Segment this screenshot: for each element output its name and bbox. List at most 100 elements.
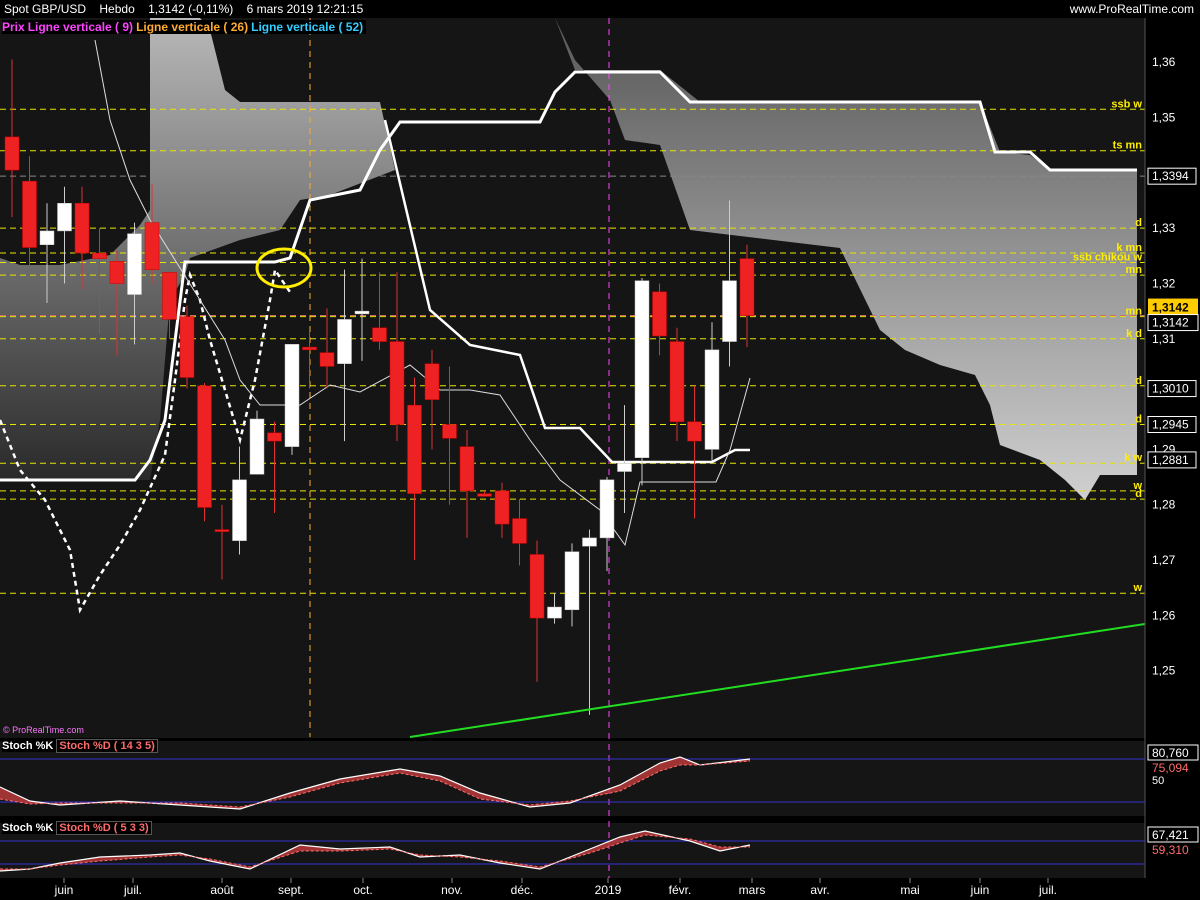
- candle-body: [232, 479, 247, 541]
- x-tick-label: nov.: [441, 883, 463, 897]
- stoch-k-value: 67,421: [1152, 828, 1189, 842]
- stoch-d-value: 75,094: [1152, 761, 1189, 775]
- candle-body: [459, 446, 475, 492]
- level-tag: d: [1135, 488, 1142, 500]
- candle-body: [109, 261, 125, 284]
- candle-body: [722, 280, 737, 342]
- x-tick-label: mars: [739, 883, 766, 897]
- level-tag: ts mn: [1113, 140, 1143, 152]
- candle-body: [74, 203, 90, 254]
- y-tick-label: 1,25: [1152, 664, 1176, 678]
- candle-body: [564, 551, 580, 611]
- candle-body: [687, 421, 702, 442]
- x-tick-label: juin: [970, 883, 990, 897]
- candle-body: [494, 490, 510, 525]
- price-marker: 1,3142: [1152, 301, 1189, 315]
- legend-item[interactable]: Ligne verticale ( 52): [251, 20, 363, 34]
- candle-body: [617, 462, 632, 472]
- candle-body: [634, 280, 650, 458]
- x-tick-label: févr.: [669, 883, 692, 897]
- level-tag: k w: [1124, 452, 1142, 464]
- site-link[interactable]: www.ProRealTime.com: [1070, 2, 1194, 16]
- y-tick-label: 1,32: [1152, 276, 1176, 290]
- candle-body: [704, 349, 720, 450]
- last-price: 1,3142: [1152, 316, 1189, 330]
- y-tick-label: 1,33: [1152, 221, 1176, 235]
- right-value: 1,2945: [1152, 418, 1189, 432]
- right-value: 1,3010: [1152, 382, 1189, 396]
- y-tick-label: 1,28: [1152, 498, 1176, 512]
- candle-body: [197, 385, 212, 508]
- candle-body: [4, 136, 20, 171]
- candle-body: [144, 222, 160, 270]
- candle-body: [267, 432, 282, 442]
- x-tick-label: oct.: [353, 883, 372, 897]
- y-tick-label: 1,36: [1152, 55, 1176, 69]
- x-tick-label: sept.: [278, 883, 304, 897]
- candle-body: [547, 606, 562, 619]
- level-tag: ssb w: [1111, 98, 1142, 110]
- candle-body: [424, 363, 440, 400]
- x-tick-label: juil.: [1038, 883, 1057, 897]
- level-tag: w: [1132, 582, 1142, 594]
- candle-body: [179, 316, 195, 378]
- candle-body: [22, 180, 37, 248]
- x-tick-label: juil.: [123, 883, 142, 897]
- y-tick-label: 1,26: [1152, 608, 1176, 622]
- x-tick-label: mai: [900, 883, 919, 897]
- level-tag: k d: [1126, 328, 1142, 340]
- candle-body: [214, 529, 230, 532]
- legend-item[interactable]: Prix: [2, 20, 25, 34]
- price-chart[interactable]: 80,76075,09450 67,42159,310 1,25 1,26 1,27…: [0, 0, 1200, 900]
- candle-body: [162, 272, 177, 320]
- candle-body: [512, 518, 527, 544]
- level-tag: d: [1135, 414, 1142, 426]
- indicator-legend: Prix Ligne verticale ( 9) Ligne verticale …: [2, 20, 367, 34]
- candle-body: [389, 341, 405, 425]
- x-tick-label: avr.: [810, 883, 829, 897]
- stoch-d-value: 59,310: [1152, 843, 1189, 857]
- x-tick-label: août: [210, 883, 234, 897]
- stoch-tick: 50: [1152, 775, 1164, 787]
- candle-body: [127, 233, 142, 295]
- level-tag: d: [1135, 217, 1142, 229]
- candle-body: [582, 537, 597, 547]
- y-tick-label: 1,35: [1152, 111, 1176, 125]
- legend-item[interactable]: Ligne verticale ( 26): [136, 20, 248, 34]
- candle-body: [249, 418, 265, 475]
- x-tick-label: 2019: [595, 883, 622, 897]
- candle-body: [477, 493, 492, 497]
- candle-body: [319, 352, 335, 367]
- right-value: 1,2881: [1152, 453, 1189, 467]
- x-tick-label: juin: [54, 883, 74, 897]
- x-tick-label: déc.: [511, 883, 534, 897]
- level-tag: ssb chikou w: [1073, 251, 1143, 263]
- stoch1-legend: Stoch %K Stoch %D ( 14 3 5): [2, 739, 158, 753]
- y-tick-label: 1,31: [1152, 332, 1176, 346]
- candle-body: [39, 230, 55, 246]
- candle-body: [372, 327, 387, 342]
- candle-body: [529, 554, 545, 619]
- candle-body: [599, 479, 615, 539]
- stoch2-legend: Stoch %K Stoch %D ( 5 3 3): [2, 821, 152, 835]
- symbol: Spot GBP/USD: [4, 2, 87, 16]
- candle-body: [284, 344, 300, 447]
- candle-body: [337, 319, 352, 364]
- candle-body: [302, 346, 317, 351]
- candle-body: [354, 310, 370, 315]
- candle-body: [442, 424, 457, 439]
- right-value: 1,3394: [1152, 169, 1189, 183]
- period: Hebdo: [99, 2, 135, 16]
- candle-body: [92, 252, 107, 259]
- level-tag: d: [1135, 375, 1142, 387]
- watermark: © ProRealTime.com: [3, 725, 84, 735]
- stoch-k-value: 80,760: [1152, 746, 1189, 760]
- candle-body: [57, 203, 72, 232]
- candle-body: [669, 341, 685, 422]
- candle-body: [407, 404, 422, 494]
- quote: 1,3142 (-0,11%): [148, 2, 234, 16]
- y-tick-label: 1,27: [1152, 553, 1176, 567]
- legend-item[interactable]: Ligne verticale ( 9): [28, 20, 133, 34]
- datetime: 6 mars 2019 12:21:15: [246, 2, 364, 16]
- candle-body: [739, 258, 755, 316]
